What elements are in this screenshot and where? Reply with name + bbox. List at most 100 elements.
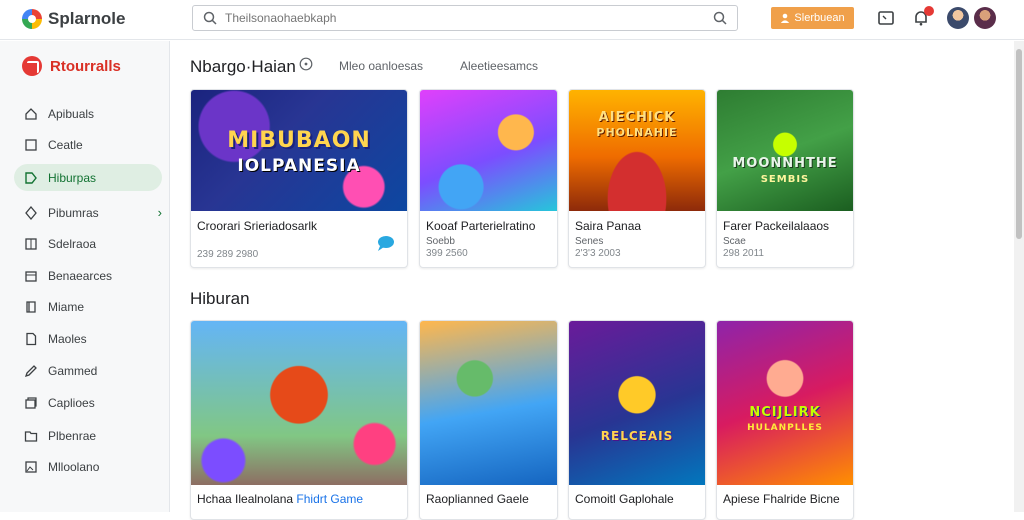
game-name-highlight[interactable]: Fhidrt Game <box>296 492 363 506</box>
game-meta: 239 289 2980 <box>197 249 259 260</box>
game-thumbnail: RELCEAIS <box>569 321 705 485</box>
app-name: Splarnole <box>48 9 126 28</box>
sidebar-item-maoles[interactable]: Maoles <box>14 325 162 352</box>
game-card[interactable]: MOONNHTHE SEMBIS Farer Packeilalaaos Sca… <box>716 89 854 268</box>
game-card[interactable]: MIBUBAON IOLPANESIA Croorari Srieriadosa… <box>190 89 408 268</box>
game-thumbnail: AIECHICK PHOLNAHIE <box>569 90 705 211</box>
section-title: Hiburan <box>190 289 250 308</box>
thumbnail-subtitle: IOLPANESIA <box>237 156 361 176</box>
scrollbar[interactable] <box>1014 41 1024 512</box>
sidebar-item-label: Gammed <box>48 363 98 378</box>
avatar[interactable] <box>947 7 969 29</box>
game-name[interactable]: Croorari Srieriadosarlk <box>197 219 317 233</box>
scrollbar-thumb[interactable] <box>1016 49 1022 239</box>
game-name[interactable]: Hchaa Ilealnolana Fhidrt Game <box>197 492 363 506</box>
sidebar-item-label: Mlloolano <box>48 459 100 474</box>
sidebar-item-label: Sdelraoa <box>48 236 97 251</box>
game-name-text: Hchaa Ilealnolana <box>197 492 297 506</box>
thumbnail-subtitle: PHOLNAHIE <box>596 126 678 139</box>
game-thumbnail: NCIJLIRK HULANPLLES <box>717 321 853 485</box>
avatar-secondary[interactable] <box>974 7 996 29</box>
game-name[interactable]: Farer Packeilalaaos <box>723 219 829 233</box>
sidebar-item-mlloolano[interactable]: Mlloolano <box>14 453 162 480</box>
sidebar-item-pibumras[interactable]: Pibumras › <box>14 199 162 226</box>
sidebar-item-label: Hiburpas <box>48 170 97 185</box>
game-card[interactable]: RELCEAIS Comoitl Gaplohale <box>568 320 706 520</box>
chat-icon[interactable] <box>375 234 397 252</box>
game-name[interactable]: Raoplianned Gaele <box>426 492 529 506</box>
section-title: Nbargo·Haian <box>190 57 296 76</box>
thumbnail-title: MIBUBAON <box>227 128 371 153</box>
sidebar-item-benaearces[interactable]: Benaearces <box>14 262 162 289</box>
user-icon <box>781 13 790 23</box>
tag-icon <box>25 171 37 184</box>
sidebar-item-miame[interactable]: Miame <box>14 293 162 320</box>
sign-in-button[interactable]: Slerbuean <box>771 7 854 29</box>
sidebar-item-label: Maoles <box>48 331 87 346</box>
game-name[interactable]: Saira Panaa <box>575 219 641 233</box>
search-input[interactable] <box>225 9 695 27</box>
notification-badge <box>924 6 934 16</box>
sidebar: Rtourralls Apibuals Ceatle Hiburpas Pibu… <box>0 41 170 512</box>
game-subtitle: Senes <box>575 236 604 247</box>
thumbnail-title: AIECHICK <box>598 110 676 125</box>
sidebar-item-label: Plbenrae <box>48 428 97 443</box>
thumbnail-title: MOONNHTHE <box>732 156 838 171</box>
book-icon <box>26 300 36 313</box>
sidebar-item-hiburpas[interactable]: Hiburpas <box>14 164 162 191</box>
game-thumbnail <box>420 90 557 211</box>
sidebar-item-label: Ceatle <box>48 137 83 152</box>
stack-icon <box>25 396 37 409</box>
game-card[interactable]: Hchaa Ilealnolana Fhidrt Game <box>190 320 408 520</box>
sidebar-item-ceatle[interactable]: Ceatle <box>14 131 162 158</box>
diamond-icon <box>25 205 37 220</box>
top-bar: Splarnole Slerbuean <box>0 0 1024 40</box>
sidebar-item-gammed[interactable]: Gammed <box>14 357 162 384</box>
filter-chip[interactable]: Mleo oanloesas <box>339 59 423 73</box>
thumbnail-subtitle: HULANPLLES <box>747 423 823 433</box>
search-submit-icon[interactable] <box>713 11 727 25</box>
game-name[interactable]: Comoitl Gaplohale <box>575 492 674 506</box>
game-card[interactable]: NCIJLIRK HULANPLLES Apiese Fhalride Bicn… <box>716 320 854 520</box>
sidebar-item-apibuals[interactable]: Apibuals <box>14 100 162 127</box>
game-card[interactable]: Raoplianned Gaele <box>419 320 558 520</box>
folder-icon <box>24 430 38 442</box>
info-icon[interactable] <box>299 57 313 71</box>
sidebar-brand-icon <box>22 56 42 76</box>
app-logo[interactable]: Splarnole <box>22 9 125 29</box>
game-subtitle: Soebb <box>426 236 455 247</box>
game-thumbnail <box>420 321 557 485</box>
pencil-icon <box>24 364 37 377</box>
sidebar-item-label: Caplioes <box>48 395 95 410</box>
sidebar-item-sdelraoa[interactable]: Sdelraoa <box>14 230 162 257</box>
window-icon[interactable] <box>877 9 895 27</box>
thumbnail-subtitle: SEMBIS <box>760 174 810 185</box>
chevron-right-icon[interactable]: › <box>158 205 162 220</box>
thumbnail-title: NCIJLIRK <box>749 405 821 420</box>
box-icon <box>25 270 37 282</box>
square-icon <box>25 138 37 151</box>
doc-icon <box>26 332 37 345</box>
sidebar-heading-label: Rtourralls <box>50 57 121 75</box>
thumbnail-title: RELCEAIS <box>600 429 674 443</box>
grid-icon <box>25 237 37 250</box>
logo-icon <box>22 9 42 29</box>
sidebar-item-caplioes[interactable]: Caplioes <box>14 389 162 416</box>
sidebar-item-label: Pibumras <box>48 205 99 220</box>
image-icon <box>25 460 37 473</box>
sidebar-item-plbenrae[interactable]: Plbenrae <box>14 422 162 449</box>
sidebar-item-label: Apibuals <box>48 106 95 121</box>
sidebar-heading[interactable]: Rtourralls <box>22 56 121 76</box>
game-thumbnail: MIBUBAON IOLPANESIA <box>191 90 407 211</box>
sign-in-label: Slerbuean <box>794 12 845 24</box>
game-name[interactable]: Kooaf Parterielratino <box>426 219 535 233</box>
search-icon <box>203 11 217 25</box>
game-card[interactable]: AIECHICK PHOLNAHIE Saira Panaa Senes 2'3… <box>568 89 706 268</box>
game-card[interactable]: Kooaf Parterielratino Soebb 399 2560 <box>419 89 558 268</box>
game-name[interactable]: Apiese Fhalride Bicne <box>723 492 840 506</box>
filter-chip[interactable]: Aleetieesamcs <box>460 59 538 73</box>
sidebar-item-label: Benaearces <box>48 268 113 283</box>
search-bar[interactable] <box>192 5 738 31</box>
game-meta: 2'3'3 2003 <box>575 248 621 259</box>
sidebar-item-label: Miame <box>48 299 85 314</box>
